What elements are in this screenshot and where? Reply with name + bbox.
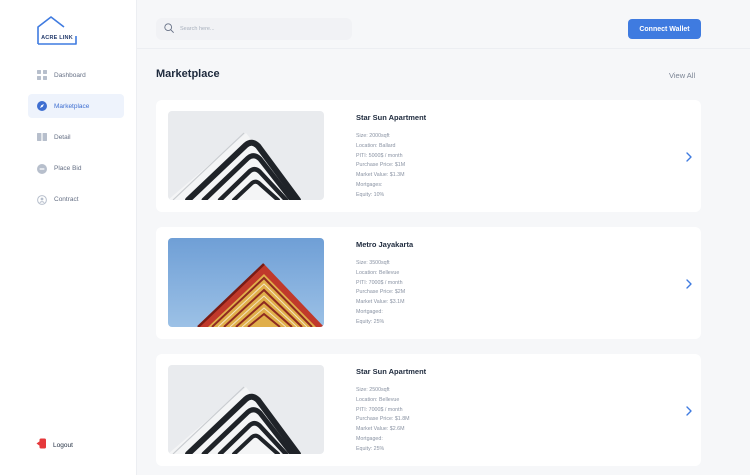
compass-icon [37,101,47,112]
chevron-right-icon[interactable] [685,406,693,416]
listing-image [168,238,324,327]
sidebar-item-label: Detail [54,133,71,141]
listing-name: Star Sun Apartment [356,367,427,376]
listing-size: Size: 2000sqft [356,133,390,139]
search-input[interactable] [180,26,340,32]
sidebar-item-label: Dashboard [54,71,86,79]
sidebar-item-label: Contract [54,196,79,204]
listing-piti: PITI: 5000$ / month [356,152,403,159]
logout-button[interactable]: Logout [36,436,73,454]
sidebar-item-place-bid[interactable]: Place Bid [28,157,124,181]
search-bar[interactable] [156,18,352,40]
listing-piti: PITI: 7000$ / month [356,406,403,413]
listing-image [168,111,324,200]
page-title: Marketplace [156,68,220,80]
chevron-right-icon[interactable] [685,279,693,289]
listing-image [168,365,324,454]
listing-equity: Equity: 25% [356,445,385,452]
house-logo-icon [37,16,77,45]
grid-icon [37,70,47,80]
listing-details: Size: 2000sqft Location: Ballard PITI: 5… [356,132,405,201]
listing-size: Size: 2500sqft [356,387,390,393]
view-all-link[interactable]: View All [669,71,695,80]
chat-icon [37,163,47,174]
listing-name: Star Sun Apartment [356,113,427,122]
listing-mortgages: Mortgaged: [356,308,383,315]
sidebar-item-marketplace[interactable]: Marketplace [28,94,124,119]
sidebar-item-detail[interactable]: Detail [28,125,124,149]
sidebar-item-label: Place Bid [54,165,82,173]
listing-equity: Equity: 25% [356,318,385,325]
listing-details: Size: 3500sqft Location: Bellevue PITI: … [356,259,405,328]
sidebar-item-dashboard[interactable]: Dashboard [28,63,124,87]
user-circle-icon [37,194,47,205]
sidebar-nav: Dashboard Marketplace Detail Place Bid C… [28,63,124,219]
sidebar-item-label: Marketplace [54,102,90,110]
listing-size: Size: 3500sqft [356,260,390,266]
listing-market-value: Market Value: $2.6M [356,426,405,433]
listing-equity: Equity: 10% [356,191,385,198]
listing-card[interactable]: Metro Jayakarta Size: 3500sqft Location:… [156,227,701,339]
listing-card[interactable]: Star Sun Apartment Size: 2000sqft Locati… [156,100,701,212]
logout-label: Logout [53,441,73,449]
listing-piti: PITI: 7000$ / month [356,279,403,286]
listing-market-value: Market Value: $1.3M [356,172,405,179]
listing-purchase-price: Purchase Price: $2M [356,289,406,296]
listing-market-value: Market Value: $3.1M [356,299,405,306]
search-icon [164,20,174,38]
connect-wallet-button[interactable]: Connect Wallet [628,19,701,39]
listing-location: Location: Bellevue [356,269,400,276]
book-icon [37,132,47,142]
listing-mortgages: Mortgaged: [356,435,383,442]
sidebar-item-contract[interactable]: Contract [28,188,124,212]
listing-purchase-price: Purchase Price: $1M [356,162,406,169]
chevron-right-icon[interactable] [685,152,693,162]
listing-location: Location: Bellevue [356,396,400,403]
listing-details: Size: 2500sqft Location: Bellevue PITI: … [356,386,410,455]
listing-name: Metro Jayakarta [356,240,414,249]
listing-card[interactable]: Star Sun Apartment Size: 2500sqft Locati… [156,354,701,466]
brand-logo[interactable]: ACRE LINK [34,14,80,48]
sidebar: ACRE LINK Dashboard Marketplace Detail P… [0,0,137,475]
listing-purchase-price: Purchase Price: $1.8M [356,416,410,423]
brand-name: ACRE LINK [41,35,73,41]
header-divider [137,48,750,49]
listing-mortgages: Mortgages: [356,181,383,188]
listing-location: Location: Ballard [356,142,396,149]
logout-icon [36,436,47,454]
